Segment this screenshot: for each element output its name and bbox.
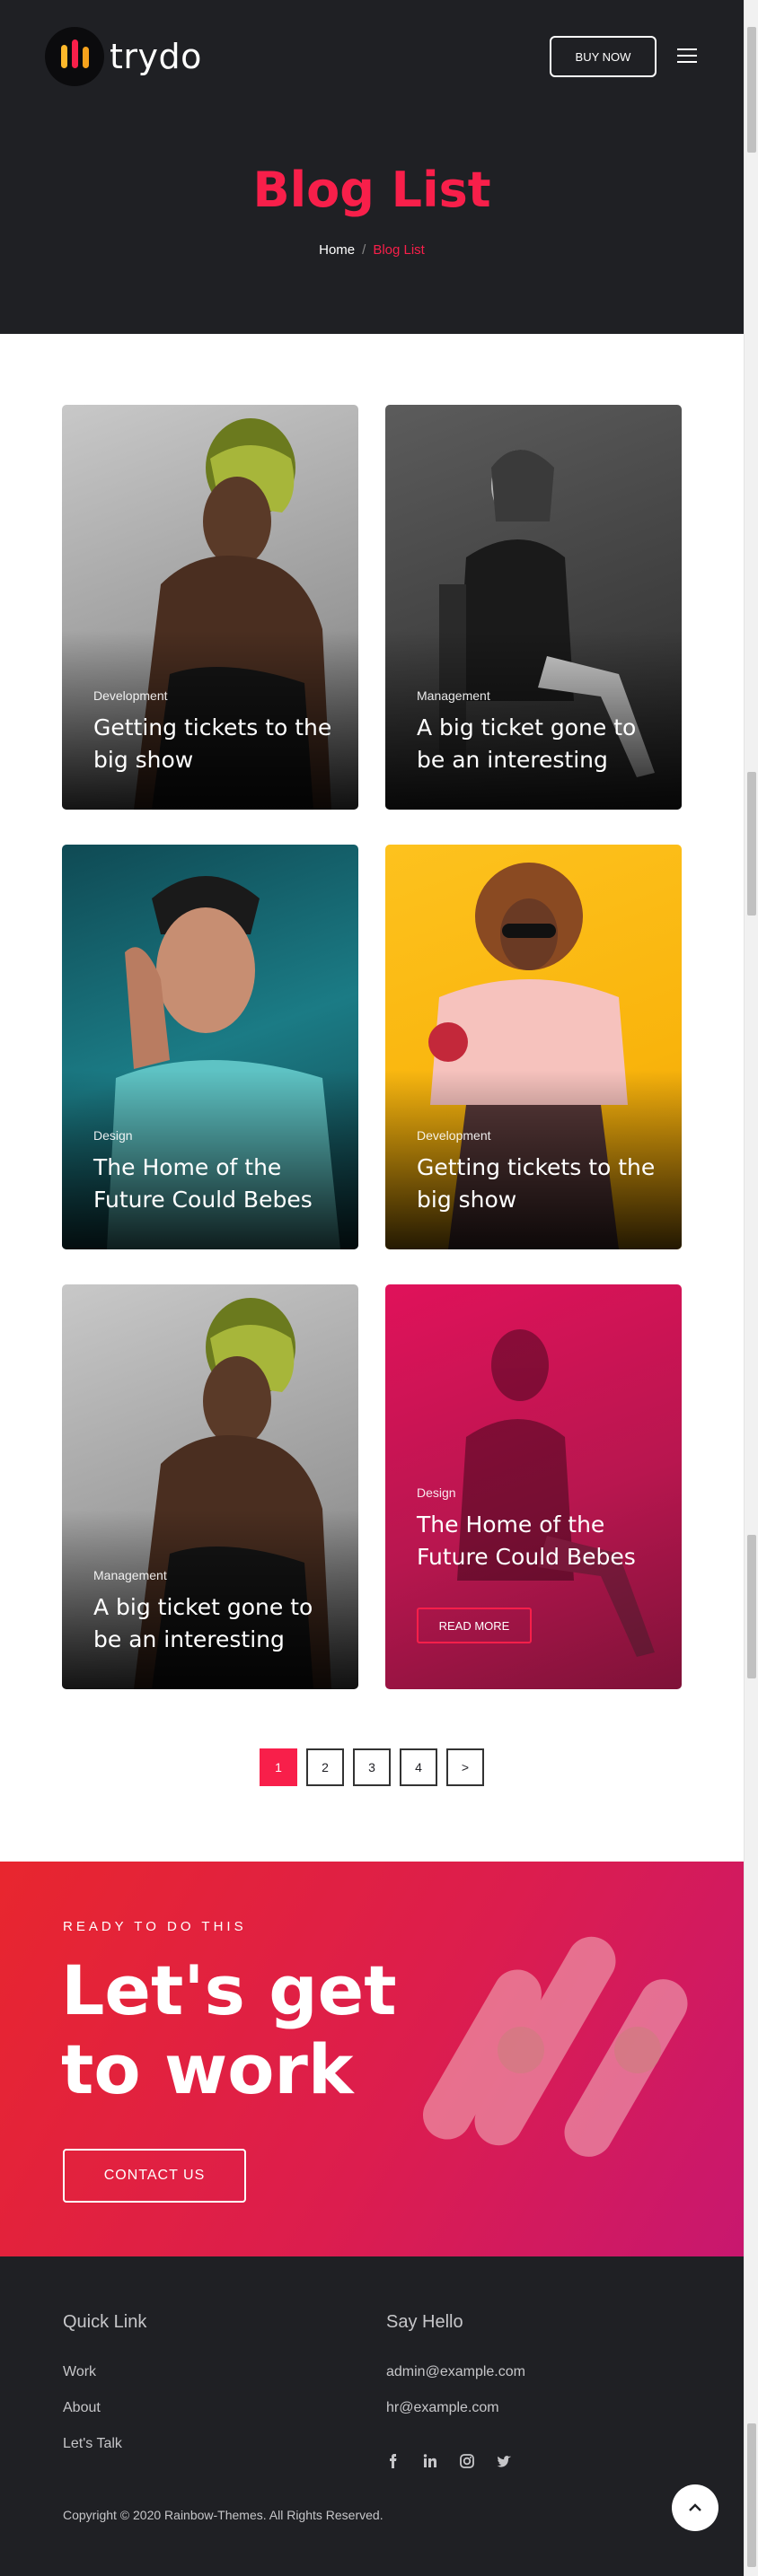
page-button-2[interactable]: 2 [306, 1748, 344, 1786]
instagram-icon[interactable] [456, 2450, 478, 2472]
next-page-button[interactable]: > [446, 1748, 484, 1786]
page-button-3[interactable]: 3 [353, 1748, 391, 1786]
email-link-hr[interactable]: hr@example.com [386, 2400, 499, 2416]
footer-link-lets-talk[interactable]: Let's Talk [63, 2436, 122, 2452]
post-category: Development [93, 688, 168, 703]
breadcrumb-current: Blog List [373, 242, 425, 258]
read-more-button[interactable]: READ MORE [417, 1608, 532, 1643]
post-title[interactable]: The Home of the Future Could Bebes [93, 1152, 336, 1216]
post-title[interactable]: A big ticket gone to be an interesting [93, 1591, 336, 1656]
call-to-action-section: READY TO DO THIS Let's get to work CONTA… [0, 1862, 744, 2256]
footer-link-about[interactable]: About [63, 2400, 101, 2416]
post-title[interactable]: The Home of the Future Could Bebes [417, 1509, 659, 1573]
email-link-admin[interactable]: admin@example.com [386, 2364, 525, 2380]
post-category: Management [93, 1568, 167, 1582]
team-illustration [423, 1936, 688, 2157]
logo-text: trydo [110, 37, 202, 76]
logo-icon [45, 27, 104, 86]
breadcrumb-home-link[interactable]: Home [319, 242, 355, 258]
buy-now-button[interactable]: BUY NOW [550, 36, 657, 77]
page-title: Blog List [252, 162, 491, 218]
copyright-text: Copyright © 2020 Rainbow-Themes. All Rig… [63, 2508, 383, 2522]
post-category: Management [417, 688, 490, 703]
scroll-thumb[interactable] [747, 772, 756, 916]
logo[interactable]: trydo [45, 27, 202, 86]
post-title[interactable]: Getting tickets to the big show [417, 1152, 659, 1216]
contact-us-button[interactable]: CONTACT US [63, 2149, 246, 2203]
post-category: Design [93, 1128, 133, 1143]
twitter-icon[interactable] [493, 2450, 515, 2472]
post-category: Development [417, 1128, 491, 1143]
hamburger-menu-icon[interactable] [677, 48, 697, 65]
chevron-up-icon [689, 2503, 701, 2511]
footer-link-work[interactable]: Work [63, 2364, 96, 2380]
blog-card[interactable]: Development Getting tickets to the big s… [385, 845, 682, 1249]
blog-card[interactable]: Design The Home of the Future Could Bebe… [62, 845, 358, 1249]
scroll-thumb[interactable] [747, 1535, 756, 1678]
post-title[interactable]: Getting tickets to the big show [93, 712, 336, 776]
breadcrumb: Home / Blog List [0, 242, 744, 258]
blog-card[interactable]: Development Getting tickets to the big s… [62, 405, 358, 810]
post-category: Design [417, 1485, 456, 1500]
linkedin-icon[interactable] [419, 2450, 441, 2472]
facebook-icon[interactable] [383, 2450, 404, 2472]
page-scrollbar[interactable] [744, 0, 758, 2576]
breadcrumb-separator: / [362, 242, 366, 258]
quick-link-heading: Quick Link [63, 2312, 147, 2332]
cta-kicker: READY TO DO THIS [63, 1919, 247, 1934]
blog-card[interactable]: Management A big ticket gone to be an in… [62, 1284, 358, 1689]
page-header: trydo BUY NOW Blog List Home / Blog List [0, 0, 744, 334]
page-button-1[interactable]: 1 [260, 1748, 297, 1786]
scroll-thumb[interactable] [747, 2423, 756, 2567]
blog-card[interactable]: Management A big ticket gone to be an in… [385, 405, 682, 810]
page-button-4[interactable]: 4 [400, 1748, 437, 1786]
post-title[interactable]: A big ticket gone to be an interesting [417, 712, 659, 776]
blog-card[interactable]: Design The Home of the Future Could Bebe… [385, 1284, 682, 1689]
cta-title: Let's get to work [61, 1950, 397, 2109]
scroll-thumb[interactable] [747, 27, 756, 153]
back-to-top-button[interactable] [672, 2484, 718, 2531]
say-hello-heading: Say Hello [386, 2312, 463, 2332]
site-footer: Quick Link Work About Let's Talk Say Hel… [0, 2256, 744, 2576]
